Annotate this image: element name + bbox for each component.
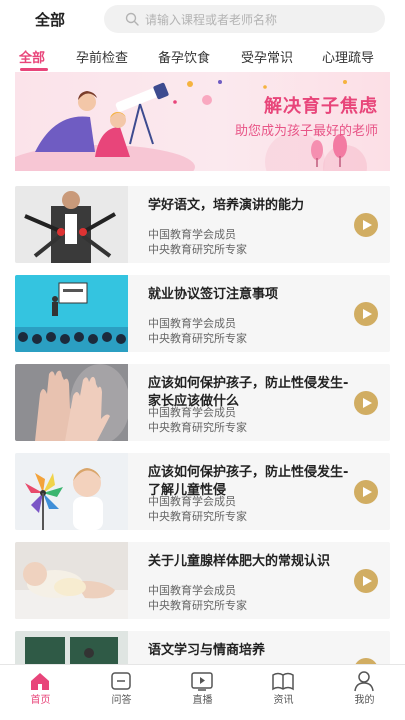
course-thumbnail	[15, 275, 128, 352]
course-thumbnail	[15, 186, 128, 263]
course-title: 学好语文，培养演讲的能力	[148, 198, 305, 213]
tab-prepregnancy-check[interactable]: 孕前检查	[76, 47, 128, 66]
course-card[interactable]: 学好语文，培养演讲的能力 中国教育学会成员 中央教育研究所专家	[15, 186, 390, 263]
course-org: 中央教育研究所专家	[148, 421, 247, 434]
course-org: 中国教育学会成员	[148, 406, 236, 419]
nav-news[interactable]: 资讯	[243, 665, 324, 720]
course-org: 中央教育研究所专家	[148, 332, 247, 345]
active-tab-indicator	[20, 68, 48, 71]
nav-home-label: 首页	[30, 695, 51, 706]
nav-news-label: 资讯	[273, 695, 294, 706]
course-title: 关于儿童腺样体肥大的常规认识	[148, 554, 331, 569]
course-thumbnail	[15, 542, 128, 619]
course-card[interactable]: 关于儿童腺样体肥大的常规认识 中国教育学会成员 中央教育研究所专家	[15, 542, 390, 619]
banner-subtitle: 助您成为孩子最好的老师	[234, 124, 378, 139]
play-icon[interactable]	[354, 569, 378, 593]
course-title: 就业协议签订注意事项	[148, 287, 279, 302]
tab-psychological-counseling[interactable]: 心理疏导	[322, 47, 374, 66]
nav-qa-label: 问答	[111, 695, 132, 706]
course-org: 中国教育学会成员	[148, 317, 236, 330]
play-icon[interactable]	[354, 391, 378, 415]
tab-conception-knowledge[interactable]: 受孕常识	[241, 47, 293, 66]
category-title[interactable]: 全部	[35, 9, 65, 30]
promo-banner[interactable]: 解决育子焦虑 助您成为孩子最好的老师	[15, 72, 390, 171]
bottom-navigation: 首页 问答 直播 资讯 我的	[0, 664, 405, 720]
nav-home[interactable]: 首页	[0, 665, 81, 720]
user-icon	[354, 671, 374, 692]
nav-live[interactable]: 直播	[162, 665, 243, 720]
search-placeholder: 请输入课程或者老师名称	[145, 13, 278, 27]
play-icon[interactable]	[354, 302, 378, 326]
tab-pregnancy-diet[interactable]: 备孕饮食	[158, 47, 210, 66]
chat-icon	[111, 672, 131, 690]
search-input[interactable]: 请输入课程或者老师名称	[104, 5, 385, 33]
course-card[interactable]: 应该如何保护孩子，防止性侵发生-了解儿童性侵 中国教育学会成员 中央教育研究所专…	[15, 453, 390, 530]
nav-qa[interactable]: 问答	[81, 665, 162, 720]
course-thumbnail	[15, 453, 128, 530]
book-icon	[272, 672, 294, 691]
course-org: 中国教育学会成员	[148, 495, 236, 508]
play-icon[interactable]	[354, 213, 378, 237]
course-org: 中国教育学会成员	[148, 228, 236, 241]
course-thumbnail	[15, 364, 128, 441]
nav-mine[interactable]: 我的	[324, 665, 405, 720]
category-tabs: 全部 孕前检查 备孕饮食 受孕常识 心理疏导	[0, 38, 405, 72]
banner-title: 解决育子焦虑	[264, 96, 378, 117]
course-org: 中央教育研究所专家	[148, 599, 247, 612]
nav-live-label: 直播	[192, 695, 213, 706]
tab-all[interactable]: 全部	[19, 47, 45, 66]
home-icon	[31, 673, 49, 690]
course-card[interactable]: 就业协议签订注意事项 中国教育学会成员 中央教育研究所专家	[15, 275, 390, 352]
search-icon	[125, 12, 139, 26]
course-card[interactable]: 应该如何保护孩子，防止性侵发生-家长应该做什么 中国教育学会成员 中央教育研究所…	[15, 364, 390, 441]
nav-mine-label: 我的	[354, 695, 375, 706]
play-icon[interactable]	[354, 480, 378, 504]
live-icon	[191, 672, 213, 691]
course-org: 中国教育学会成员	[148, 584, 236, 597]
course-org: 中央教育研究所专家	[148, 510, 247, 523]
course-title: 语文学习与情商培养	[148, 643, 266, 658]
course-org: 中央教育研究所专家	[148, 243, 247, 256]
top-bar: 全部 请输入课程或者老师名称	[0, 0, 405, 38]
